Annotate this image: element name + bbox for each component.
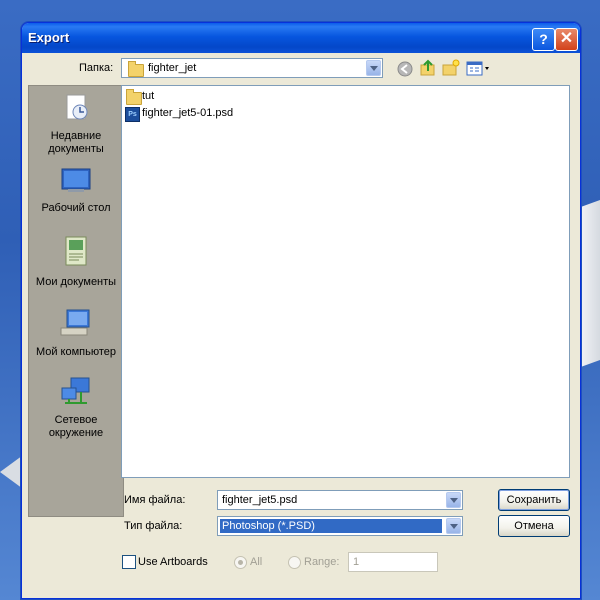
- folder-label: Папка:: [79, 62, 114, 74]
- place-network[interactable]: Сетевое окружение: [29, 376, 123, 440]
- save-button[interactable]: Сохранить: [498, 489, 570, 511]
- chevron-down-icon[interactable]: [366, 60, 381, 76]
- place-label: Рабочий стол: [41, 202, 111, 214]
- range-label: Range:: [304, 556, 340, 568]
- place-desktop[interactable]: Рабочий стол: [29, 166, 123, 215]
- filetype-label: Тип файла:: [124, 520, 183, 532]
- cancel-button[interactable]: Отмена: [498, 515, 570, 537]
- range-value: 1: [353, 556, 360, 568]
- folder-dropdown-value: fighter_jet: [148, 62, 197, 74]
- place-my-documents[interactable]: Мои документы: [29, 234, 123, 289]
- use-artboards-checkbox[interactable]: [122, 555, 136, 569]
- filename-value: fighter_jet5.psd: [222, 494, 298, 506]
- up-folder-icon[interactable]: [419, 59, 437, 77]
- network-places-icon: [61, 377, 90, 404]
- place-label: Недавние документы: [48, 130, 104, 155]
- close-icon: ✕: [559, 30, 574, 47]
- file-name: fighter_jet5-01.psd: [142, 107, 234, 119]
- use-artboards-label: Use Artboards: [138, 556, 208, 568]
- recent-documents-icon: [66, 94, 88, 120]
- psd-file-icon: Ps: [125, 107, 140, 122]
- help-button[interactable]: ?: [532, 28, 555, 51]
- file-list[interactable]: tut Ps fighter_jet5-01.psd: [121, 85, 570, 478]
- filetype-dropdown[interactable]: Photoshop (*.PSD): [217, 516, 463, 536]
- file-name: tut: [142, 90, 155, 102]
- filename-label: Имя файла:: [124, 494, 186, 506]
- place-label: Сетевое окружение: [48, 414, 104, 439]
- window-title: Export: [28, 30, 70, 45]
- my-documents-icon: [65, 236, 87, 266]
- desktop-icon: [61, 168, 91, 192]
- my-computer-icon: [60, 309, 90, 336]
- background-jet-tail: [580, 192, 600, 368]
- filetype-value: Photoshop (*.PSD): [222, 520, 315, 532]
- chevron-down-icon[interactable]: [446, 492, 461, 508]
- view-menu-icon[interactable]: [466, 59, 492, 77]
- help-icon: ?: [539, 31, 548, 47]
- all-label: All: [250, 556, 263, 568]
- radio-dot: [238, 560, 243, 565]
- place-label: Мой компьютер: [35, 346, 117, 358]
- export-dialog: Export ? ✕ Папка: fighter_jet Недавние д…: [21, 22, 581, 599]
- place-my-computer[interactable]: Мой компьютер: [29, 308, 123, 359]
- desktop-background: Export ? ✕ Папка: fighter_jet Недавние д…: [0, 0, 600, 600]
- folder-icon: [126, 89, 142, 105]
- back-icon[interactable]: [396, 60, 414, 78]
- range-input[interactable]: 1: [348, 552, 438, 572]
- place-recent-documents[interactable]: Недавние документы: [29, 92, 123, 156]
- all-radio[interactable]: [234, 556, 247, 569]
- close-button[interactable]: ✕: [555, 28, 578, 51]
- title-bar[interactable]: Export ? ✕: [22, 23, 580, 53]
- folder-dropdown[interactable]: fighter_jet: [121, 58, 383, 78]
- filename-input[interactable]: fighter_jet5.psd: [217, 490, 463, 510]
- new-folder-icon[interactable]: [442, 59, 460, 77]
- folder-icon: [128, 61, 144, 77]
- chevron-down-icon[interactable]: [446, 518, 461, 534]
- place-label: Мои документы: [35, 276, 117, 288]
- range-radio[interactable]: [288, 556, 301, 569]
- places-bar: Недавние документы Рабочий стол Мои доку…: [28, 85, 124, 517]
